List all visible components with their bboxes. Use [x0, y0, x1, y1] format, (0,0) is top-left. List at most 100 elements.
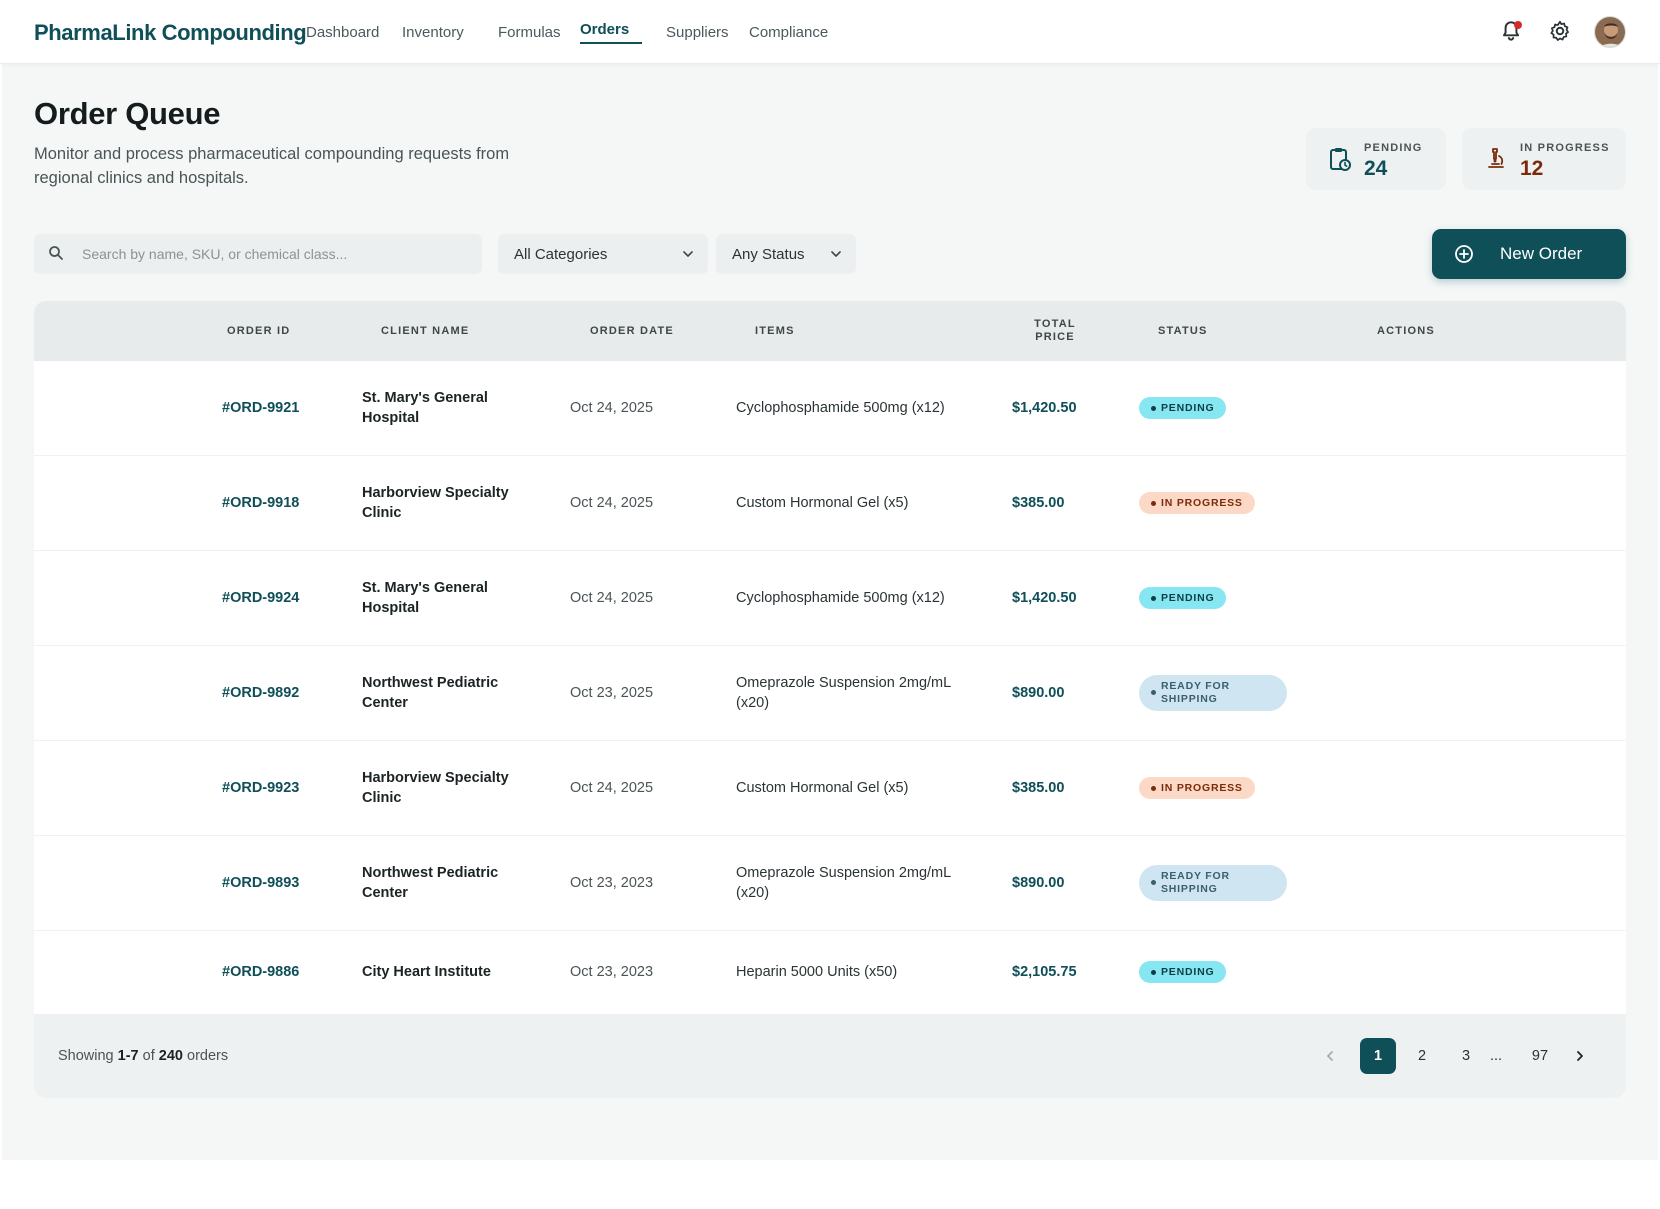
avatar[interactable]: [1594, 16, 1626, 48]
client-name: Northwest Pediatric Center: [362, 865, 499, 901]
clipboard-clock-icon: [1330, 148, 1351, 171]
status-select[interactable]: Any Status: [716, 234, 856, 274]
page-button-97[interactable]: 97: [1522, 1038, 1558, 1074]
nav-item-orders[interactable]: Orders: [580, 21, 629, 38]
table-row[interactable]: #ORD-9921 St. Mary's General Hospital Oc…: [34, 361, 1626, 456]
table-row[interactable]: #ORD-9886 City Heart Institute Oct 23, 2…: [34, 931, 1626, 1014]
nav-item-dashboard[interactable]: Dashboard: [306, 24, 379, 41]
order-id-link[interactable]: #ORD-9921: [222, 398, 299, 418]
gear-icon[interactable]: [1547, 18, 1573, 44]
search-input[interactable]: [82, 234, 472, 274]
status-badge: READY FOR SHIPPING: [1139, 675, 1287, 711]
order-date: Oct 24, 2025: [570, 400, 654, 416]
order-id-link[interactable]: #ORD-9892: [222, 683, 299, 703]
pagination-summary: Showing 1-7 of 240 orders: [58, 1048, 228, 1064]
table-row[interactable]: #ORD-9923 Harborview Specialty Clinic Oc…: [34, 741, 1626, 836]
order-items: Custom Hormonal Gel (x5): [736, 495, 909, 511]
order-items: Heparin 5000 Units (x50): [736, 964, 898, 980]
order-items: Cyclophosphamide 500mg (x12): [736, 400, 945, 416]
notification-dot: [1514, 21, 1522, 29]
total-price: $890.00: [1012, 875, 1065, 891]
showing-suffix: orders: [187, 1048, 229, 1064]
order-date: Oct 24, 2025: [570, 590, 654, 606]
total-price: $890.00: [1012, 685, 1065, 701]
order-id-link[interactable]: #ORD-9918: [222, 493, 299, 513]
page-description: Monitor and process pharmaceutical compo…: [34, 145, 510, 187]
order-date: Oct 23, 2023: [570, 875, 654, 891]
status-badge: IN PROGRESS: [1139, 492, 1255, 514]
pagination-prev-button[interactable]: [1320, 1038, 1340, 1074]
table-row[interactable]: #ORD-9924 St. Mary's General Hospital Oc…: [34, 551, 1626, 646]
stat-label: IN PROGRESS: [1520, 142, 1610, 154]
stat-value: 12: [1520, 157, 1544, 180]
column-header-actions: ACTIONS: [1377, 325, 1435, 337]
total-price: $385.00: [1012, 780, 1065, 796]
stat-card-in-progress: IN PROGRESS 12: [1462, 128, 1626, 190]
order-date: Oct 24, 2025: [570, 780, 654, 796]
column-header-order-date[interactable]: ORDER DATE: [590, 325, 674, 337]
total-price: $1,420.50: [1012, 400, 1077, 416]
column-header-client-name[interactable]: CLIENT NAME: [381, 325, 469, 337]
order-date: Oct 24, 2025: [570, 495, 654, 511]
client-name: City Heart Institute: [362, 964, 491, 980]
stat-label: PENDING: [1364, 142, 1423, 154]
brand-logo[interactable]: PharmaLink Compounding: [34, 20, 307, 46]
order-id-link[interactable]: #ORD-9893: [222, 873, 299, 893]
table-header: ORDER ID CLIENT NAME ORDER DATE ITEMS TO…: [34, 301, 1626, 361]
client-name: Harborview Specialty Clinic: [362, 770, 509, 806]
status-badge: READY FOR SHIPPING: [1139, 865, 1287, 901]
total-price: $2,105.75: [1012, 964, 1077, 980]
column-header-status[interactable]: STATUS: [1158, 325, 1208, 337]
nav-item-inventory[interactable]: Inventory: [402, 24, 464, 41]
nav-item-suppliers[interactable]: Suppliers: [666, 24, 729, 41]
table-footer: Showing 1-7 of 240 orders 1 2 3 ... 97: [34, 1014, 1626, 1098]
client-name: Harborview Specialty Clinic: [362, 485, 509, 521]
table-row[interactable]: #ORD-9893 Northwest Pediatric Center Oct…: [34, 836, 1626, 931]
pagination-next-button[interactable]: [1570, 1038, 1590, 1074]
order-id-link[interactable]: #ORD-9923: [222, 778, 299, 798]
table-row[interactable]: #ORD-9918 Harborview Specialty Clinic Oc…: [34, 456, 1626, 551]
page-button-1[interactable]: 1: [1360, 1038, 1396, 1074]
search-icon: [49, 246, 63, 260]
total-price: $1,420.50: [1012, 590, 1077, 606]
order-date: Oct 23, 2025: [570, 685, 654, 701]
order-id-link[interactable]: #ORD-9924: [222, 588, 299, 608]
showing-of: of: [142, 1048, 155, 1064]
column-header-total-price[interactable]: TOTAL PRICE: [1030, 318, 1080, 344]
order-id-link[interactable]: #ORD-9886: [222, 962, 299, 982]
showing-prefix: Showing: [58, 1048, 114, 1064]
active-nav-indicator: [580, 42, 642, 44]
nav-item-formulas[interactable]: Formulas: [498, 24, 561, 41]
client-name: St. Mary's General Hospital: [362, 580, 488, 616]
order-items: Cyclophosphamide 500mg (x12): [736, 590, 945, 606]
column-header-order-id[interactable]: ORDER ID: [227, 325, 290, 337]
showing-total: 240: [158, 1048, 183, 1064]
column-header-items[interactable]: ITEMS: [755, 325, 795, 337]
new-order-button[interactable]: New Order: [1432, 229, 1626, 279]
chevron-down-icon: [831, 251, 841, 257]
search-box: [34, 234, 482, 274]
status-badge: PENDING: [1139, 961, 1227, 983]
new-order-label: New Order: [1500, 244, 1583, 263]
category-select-value: All Categories: [514, 246, 608, 263]
category-select[interactable]: All Categories: [498, 234, 708, 274]
status-select-value: Any Status: [732, 246, 805, 263]
plus-circle-icon: [1455, 245, 1473, 263]
page-button-3[interactable]: 3: [1448, 1038, 1484, 1074]
order-items: Omeprazole Suspension 2mg/mL (x20): [736, 675, 951, 711]
page-title: Order Queue: [34, 96, 221, 131]
chevron-left-icon: [1327, 1051, 1333, 1061]
showing-range: 1-7: [117, 1048, 139, 1064]
nav-item-compliance[interactable]: Compliance: [749, 24, 828, 41]
client-name: Northwest Pediatric Center: [362, 675, 499, 711]
orders-table: ORDER ID CLIENT NAME ORDER DATE ITEMS TO…: [34, 301, 1626, 1098]
status-badge: IN PROGRESS: [1139, 777, 1255, 799]
client-name: St. Mary's General Hospital: [362, 390, 488, 426]
order-items: Custom Hormonal Gel (x5): [736, 780, 909, 796]
status-badge: PENDING: [1139, 587, 1227, 609]
user-avatar-image: [1595, 17, 1625, 47]
chevron-down-icon: [683, 251, 693, 257]
stat-card-pending: PENDING 24: [1306, 128, 1446, 190]
table-row[interactable]: #ORD-9892 Northwest Pediatric Center Oct…: [34, 646, 1626, 741]
page-button-2[interactable]: 2: [1404, 1038, 1440, 1074]
